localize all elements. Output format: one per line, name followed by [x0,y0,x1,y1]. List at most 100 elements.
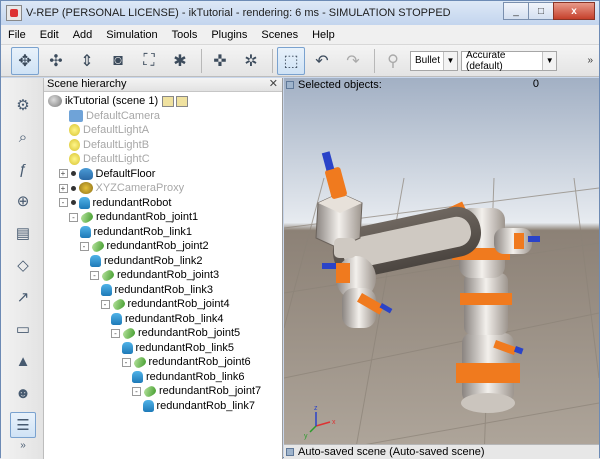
toolbar-overflow-icon[interactable]: » [587,55,593,66]
camera-shift-icon[interactable]: ⇕ [73,47,101,75]
scene-tools [162,95,190,107]
tree-node[interactable]: DefaultCamera [69,109,160,123]
viewport-menu-icon[interactable] [286,81,294,89]
tree-node-label: redundantRob_joint5 [138,327,241,339]
physics-engine-select[interactable]: Bullet ▼ [410,50,458,71]
scene-hierarchy-title: Scene hierarchy [47,78,127,90]
tree-node-label: redundantRob_joint2 [106,240,209,252]
tree-node[interactable]: DefaultLightA [69,123,149,137]
joint-icon [142,384,158,398]
close-button[interactable]: x [553,2,595,20]
object-rotate-icon[interactable]: ✲ [237,47,265,75]
tree-node[interactable]: - redundantRobot [58,196,171,210]
menu-plugins[interactable]: Plugins [204,29,254,41]
chevron-down-icon: ▼ [542,51,556,70]
camera-icon [69,109,83,122]
tree-node[interactable]: - redundantRob_joint6 [121,355,251,369]
tree-node[interactable]: - redundantRob_joint7 [132,384,261,398]
view-selector-icon[interactable]: ✱ [166,47,194,75]
robot-gripper [315,151,363,258]
tree-node-label: redundantRob_link4 [125,312,224,325]
shape-icon [100,283,112,296]
undo-icon[interactable]: ↶ [308,47,336,75]
tree-node[interactable]: - redundantRob_joint1 [69,210,198,224]
click-select-icon[interactable]: ⬚ [277,46,305,75]
calculation-modules-icon[interactable]: ⌕ [10,124,36,150]
maximize-button[interactable]: □ [528,2,554,20]
collapse-node-icon[interactable]: - [121,357,131,367]
shape-icon [79,225,91,238]
proxy-icon [78,182,93,194]
dynamics-icon[interactable]: ⚲ [379,47,407,75]
collapse-node-icon[interactable]: - [100,299,110,309]
tree-node[interactable]: redundantRob_link1 [79,225,192,239]
collections-icon[interactable]: ƒ [10,156,36,182]
shapes-icon[interactable]: ▲ [10,348,36,374]
close-icon[interactable]: ✕ [269,78,278,91]
app-icon [6,5,22,21]
tree-node[interactable]: redundantRob_link6 [132,370,244,384]
status-bar: Auto-saved scene (Auto-saved scene) [284,444,599,459]
expand-icon[interactable]: » [10,436,36,454]
tree-node[interactable]: + XYZCameraProxy [58,181,184,195]
tree-node[interactable]: redundantRob_link7 [142,399,255,413]
collapse-node-icon[interactable]: - [69,212,78,222]
tree-node-label: redundantRob_joint1 [96,211,199,223]
tree-node[interactable]: redundantRob_link2 [90,254,202,268]
scene-layers-icon[interactable] [176,95,189,107]
scripts-icon[interactable]: ⊕ [10,188,36,214]
tree-node-label: redundantRob_joint3 [117,269,220,281]
camera-pan-icon[interactable]: ✥ [11,46,39,75]
toolbar-separator [201,48,202,73]
redo-icon[interactable]: ↷ [339,47,367,75]
tree-node-label: DefaultFloor [95,167,156,180]
menu-tools[interactable]: Tools [165,29,205,41]
menu-edit[interactable]: Edit [33,29,66,41]
robot-icon[interactable]: ☻ [10,380,36,406]
collapse-node-icon[interactable]: - [132,386,141,396]
status-menu-icon[interactable] [286,448,294,456]
accuracy-select[interactable]: Accurate (default) ▼ [461,50,557,72]
tree-node-label: DefaultLightA [83,124,150,136]
expand-node-icon[interactable]: + [58,183,68,193]
path-edit-icon[interactable]: ◇ [10,252,36,278]
scene-viewport[interactable]: x y z Selected objects: 0 Auto-saved sce… [284,78,599,459]
tree-node[interactable]: + DefaultFloor [58,167,156,181]
menu-bar: File Edit Add Simulation Tools Plugins S… [1,25,599,45]
collapse-node-icon[interactable]: - [90,270,99,280]
menu-add[interactable]: Add [66,29,100,41]
menu-scenes[interactable]: Scenes [254,29,305,41]
tree-node-label: DefaultCamera [86,109,160,122]
collapse-node-icon[interactable]: - [58,198,68,207]
menu-file[interactable]: File [1,29,33,41]
user-settings-icon[interactable]: ↗ [10,284,36,310]
title-bar: V-REP (PERSONAL LICENSE) - ikTutorial - … [1,1,599,25]
tree-node-label: redundantRob_link6 [146,370,245,383]
collapse-node-icon[interactable]: - [79,241,89,251]
menu-simulation[interactable]: Simulation [99,29,164,41]
tree-node[interactable]: - redundantRob_joint3 [90,268,219,282]
tree-node[interactable]: - redundantRob_joint2 [79,239,209,253]
camera-rotate-icon[interactable]: ✣ [42,47,70,75]
tree-node-label: redundantRob_joint4 [127,298,230,310]
tree-node[interactable]: DefaultLightB [69,138,149,152]
scene-hierarchy-icon[interactable]: ☰ [10,412,36,438]
tree-node[interactable]: redundantRob_link5 [121,341,234,355]
tree-node[interactable]: redundantRob_link4 [111,312,223,326]
object-shift-icon[interactable]: ✜ [206,47,234,75]
model-browser-icon[interactable]: ▭ [10,316,36,342]
tree-node[interactable]: - redundantRob_joint4 [100,297,230,311]
scene-object-properties-icon[interactable]: ⚙ [10,92,36,118]
minimize-button[interactable]: _ [503,2,529,20]
menu-help[interactable]: Help [305,29,342,41]
expand-node-icon[interactable]: + [58,169,68,178]
shapes-edit-icon[interactable]: ▤ [10,220,36,246]
fit-to-view-icon[interactable]: ⛶ [135,47,163,75]
tree-node[interactable]: ikTutorial (scene 1) [48,94,190,108]
camera-angle-icon[interactable]: ◙ [104,47,132,75]
tree-node[interactable]: - redundantRob_joint5 [111,326,240,340]
tree-node[interactable]: redundantRob_link3 [100,283,213,297]
tree-node[interactable]: DefaultLightC [69,152,150,166]
collapse-node-icon[interactable]: - [111,328,120,338]
scene-folder-icon[interactable] [162,95,175,107]
